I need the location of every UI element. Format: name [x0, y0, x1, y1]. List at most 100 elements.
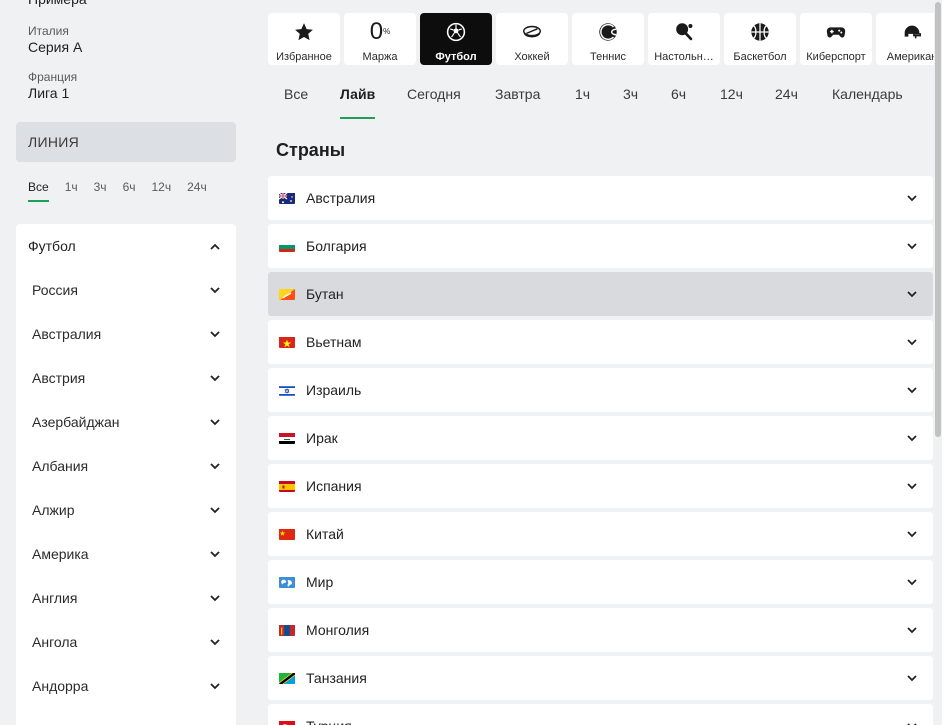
time-filter-6h[interactable]: 6ч [123, 176, 136, 202]
chevron-down-icon [907, 193, 917, 203]
country-name: Китай [306, 526, 344, 542]
country-row[interactable]: Танзания [268, 656, 933, 700]
country-row[interactable]: Китай [268, 512, 933, 556]
period-tab-live[interactable]: Лайв [340, 81, 376, 119]
basketball-icon [748, 20, 772, 44]
sports-bar: Избранное 0% Маржа Футбол Хоккей Теннис … [268, 13, 938, 65]
country-name: Испания [306, 478, 362, 494]
chevron-down-icon [210, 593, 220, 603]
sidebar-country-item[interactable]: Россия [16, 268, 236, 312]
chevron-down-icon [907, 241, 917, 251]
iraq-flag-icon [279, 432, 295, 444]
sidebar-country-item[interactable]: Андорра [16, 664, 236, 708]
bulgaria-flag-icon [279, 240, 295, 252]
country-row[interactable]: Вьетнам [268, 320, 933, 364]
favorite-league-name: Серия А [28, 39, 83, 55]
time-filter-24h[interactable]: 24ч [187, 176, 207, 202]
hockey-puck-icon [520, 20, 544, 44]
american-football-icon [900, 20, 924, 44]
sidebar-country-item[interactable]: Ангола [16, 620, 236, 664]
margin-badge: 0 [369, 18, 384, 45]
period-tab-3h[interactable]: 3ч [623, 81, 638, 119]
period-tab-tomorrow[interactable]: Завтра [495, 81, 540, 119]
sport-tile-table-tennis[interactable]: Настольн… [648, 13, 720, 65]
sidebar-country-item[interactable]: Америка [16, 532, 236, 576]
chevron-down-icon [907, 577, 917, 587]
country-row[interactable]: Ирак [268, 416, 933, 460]
sidebar-country-item[interactable]: Австрия [16, 356, 236, 400]
vietnam-flag-icon [279, 336, 295, 348]
sport-tile-esports[interactable]: Киберспорт [800, 13, 872, 65]
country-row[interactable]: Мир [268, 560, 933, 604]
sidebar-country-item[interactable]: Австралия [16, 312, 236, 356]
country-row[interactable]: Испания [268, 464, 933, 508]
sidebar-country-item[interactable]: Азербайджан [16, 400, 236, 444]
favorite-league[interactable]: Италия Серия А [16, 24, 236, 70]
chevron-down-icon [210, 681, 220, 691]
sport-tile-american-football[interactable]: Американ [876, 13, 938, 65]
time-filter-all[interactable]: Все [28, 176, 49, 202]
sport-tile-margin[interactable]: 0% Маржа [344, 13, 416, 65]
favorite-league[interactable]: Примера [16, 0, 236, 24]
world-flag-icon [279, 576, 295, 588]
country-row[interactable]: Болгария [268, 224, 933, 268]
time-filter-1h[interactable]: 1ч [65, 176, 78, 202]
period-tab-24h[interactable]: 24ч [775, 81, 798, 119]
time-filter-3h[interactable]: 3ч [94, 176, 107, 202]
main-content: Избранное 0% Маржа Футбол Хоккей Теннис … [268, 0, 942, 725]
period-tab-12h[interactable]: 12ч [720, 81, 743, 119]
country-row[interactable]: Турция [268, 704, 933, 725]
spain-flag-icon [279, 480, 295, 492]
chevron-down-icon [210, 461, 220, 471]
favorite-league[interactable]: Франция Лига 1 [16, 70, 236, 116]
time-filter-12h[interactable]: 12ч [152, 176, 172, 202]
sport-tile-tennis[interactable]: Теннис [572, 13, 644, 65]
country-name: Ирак [306, 430, 338, 446]
soccer-ball-icon [444, 20, 468, 44]
line-button[interactable]: ЛИНИЯ [16, 122, 236, 162]
australia-flag-icon [279, 192, 295, 204]
tennis-ball-icon [596, 20, 620, 44]
sport-tile-favorites[interactable]: Избранное [268, 13, 340, 65]
chevron-up-icon [210, 241, 220, 251]
sidebar-country-label: Андорра [32, 678, 89, 694]
sport-tile-basketball[interactable]: Баскетбол [724, 13, 796, 65]
scrollbar-thumb[interactable] [935, 2, 941, 437]
favorite-league-country: Франция [28, 70, 78, 84]
china-flag-icon [279, 528, 295, 540]
sidebar-country-label: Албания [32, 458, 89, 474]
country-name: Вьетнам [306, 334, 362, 350]
sidebar-country-item[interactable]: Аргентина [16, 708, 236, 725]
chevron-down-icon [907, 529, 917, 539]
favorite-league-name: Лига 1 [28, 85, 70, 101]
sport-tile-label: Киберспорт [806, 51, 866, 63]
chevron-down-icon [210, 505, 220, 515]
chevron-down-icon [907, 337, 917, 347]
sidebar-country-item[interactable]: Албания [16, 444, 236, 488]
sport-tile-label: Избранное [276, 51, 332, 63]
country-name: Австралия [306, 190, 376, 206]
country-row[interactable]: Бутан [268, 272, 933, 316]
sidebar-country-label: Азербайджан [32, 414, 120, 430]
country-row[interactable]: Австралия [268, 176, 933, 220]
page-scrollbar[interactable] [934, 0, 942, 725]
sport-tile-hockey[interactable]: Хоккей [496, 13, 568, 65]
period-tab-calendar[interactable]: Календарь [832, 81, 903, 119]
sport-tile-football[interactable]: Футбол [420, 13, 492, 65]
period-tab-today[interactable]: Сегодня [407, 81, 461, 119]
country-row[interactable]: Израиль [268, 368, 933, 412]
sidebar-country-label: Россия [32, 282, 78, 298]
sport-tile-label: Теннис [589, 51, 626, 63]
page: Примера Италия Серия А Франция Лига 1 ЛИ… [0, 0, 942, 725]
country-name: Турция [306, 718, 907, 725]
country-row[interactable]: Монголия [268, 608, 933, 652]
sidebar-country-item[interactable]: Англия [16, 576, 236, 620]
sidebar-country-item[interactable]: Алжир [16, 488, 236, 532]
period-tab-all[interactable]: Все [284, 81, 308, 119]
chevron-down-icon [907, 433, 917, 443]
period-tab-6h[interactable]: 6ч [671, 81, 686, 119]
chevron-down-icon [907, 625, 917, 635]
period-tab-1h[interactable]: 1ч [575, 81, 590, 119]
sport-header-football[interactable]: Футбол [16, 224, 236, 268]
chevron-down-icon [210, 373, 220, 383]
